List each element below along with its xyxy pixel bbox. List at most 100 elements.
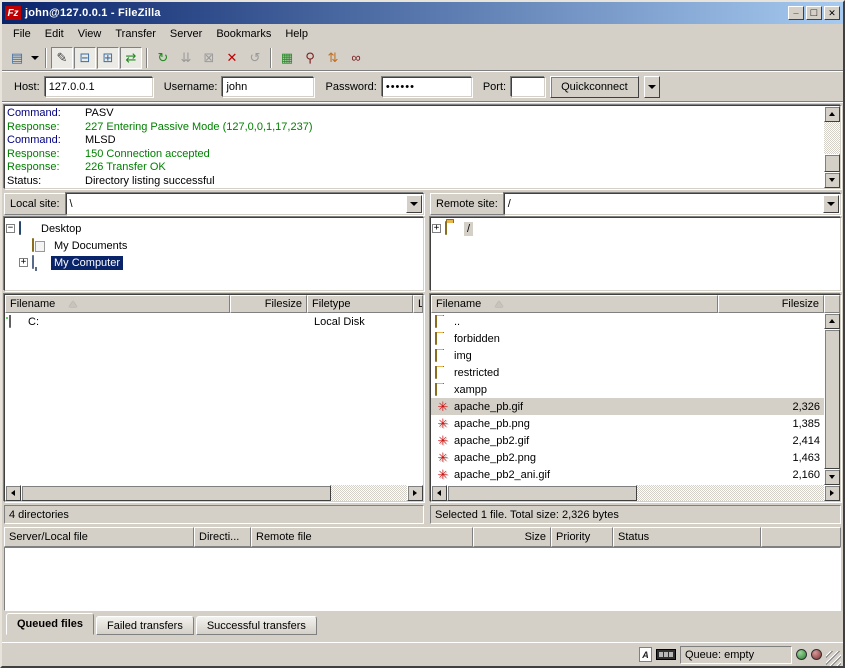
column-priority[interactable]: Priority: [551, 527, 613, 547]
scrollbar-thumb[interactable]: [824, 154, 840, 172]
username-label: Username:: [164, 81, 218, 93]
username-input[interactable]: [222, 77, 314, 97]
local-hscrollbar[interactable]: [5, 485, 423, 501]
file-row[interactable]: ✳apache_pb2_ani.gif2,160: [431, 466, 824, 483]
tree-item-desktop[interactable]: Desktop: [6, 220, 422, 237]
reconnect-icon[interactable]: ↺: [244, 47, 266, 69]
filezilla-window: Fz john@127.0.0.1 - FileZilla File Edit …: [0, 0, 845, 668]
menu-file[interactable]: File: [6, 26, 38, 42]
column-filetype[interactable]: Filetype: [307, 295, 413, 313]
expand-icon[interactable]: [19, 258, 28, 267]
scroll-down-icon[interactable]: [824, 172, 840, 188]
scrollbar-thumb[interactable]: [21, 485, 331, 501]
image-file-icon: ✳: [435, 417, 451, 431]
title-bar: Fz john@127.0.0.1 - FileZilla: [2, 2, 843, 24]
queue-status-box: Queue: empty: [680, 646, 792, 664]
column-direction[interactable]: Directi...: [194, 527, 251, 547]
quickconnect-bar: Host: Username: Password: Port: Quickcon…: [2, 72, 843, 102]
maximize-button[interactable]: [806, 6, 822, 20]
local-status-bar: 4 directories: [4, 505, 424, 524]
tree-item-root[interactable]: /: [432, 220, 839, 237]
column-server-local-file[interactable]: Server/Local file: [4, 527, 194, 547]
quickconnect-dropdown-icon[interactable]: [644, 76, 660, 98]
process-queue-icon[interactable]: ⇊: [175, 47, 197, 69]
tab-successful-transfers[interactable]: Successful transfers: [196, 616, 317, 635]
remote-site-combo[interactable]: /: [504, 193, 841, 215]
local-site-combo[interactable]: \: [66, 193, 424, 215]
synchronized-browsing-icon[interactable]: ⇅: [322, 47, 344, 69]
menu-server[interactable]: Server: [163, 26, 209, 42]
tab-queued-files[interactable]: Queued files: [6, 613, 94, 635]
local-site-dropdown-icon[interactable]: [406, 195, 422, 213]
directory-comparison-icon[interactable]: ⚲: [299, 47, 321, 69]
tree-item-my-computer[interactable]: My Computer: [6, 254, 422, 271]
column-filler: [761, 527, 841, 547]
port-label: Port:: [483, 81, 506, 93]
refresh-icon[interactable]: ↻: [152, 47, 174, 69]
host-input[interactable]: [45, 77, 153, 97]
menu-view[interactable]: View: [71, 26, 109, 42]
toggle-transfer-queue-icon[interactable]: ⇄: [120, 47, 142, 69]
menu-edit[interactable]: Edit: [38, 26, 71, 42]
column-filename[interactable]: Filename: [431, 295, 718, 313]
site-manager-icon[interactable]: ▤: [6, 47, 28, 69]
filter-icon[interactable]: ▦: [276, 47, 298, 69]
remote-vscrollbar[interactable]: [824, 313, 840, 485]
expand-icon[interactable]: [432, 224, 441, 233]
file-row[interactable]: ✳apache_pb2.gif2,414: [431, 432, 824, 449]
password-input[interactable]: [382, 77, 472, 97]
disconnect-icon[interactable]: ✕: [221, 47, 243, 69]
file-row[interactable]: forbidden: [431, 330, 824, 347]
port-input[interactable]: [511, 77, 545, 97]
tab-failed-transfers[interactable]: Failed transfers: [96, 616, 194, 635]
scroll-up-icon[interactable]: [824, 313, 840, 329]
resize-grip[interactable]: [826, 651, 841, 666]
cancel-operation-icon[interactable]: ⊠: [198, 47, 220, 69]
file-row-selected[interactable]: ✳apache_pb.gif2,326: [431, 398, 824, 415]
file-row-c-drive[interactable]: C: Local Disk: [5, 313, 423, 330]
toggle-message-log-icon[interactable]: ✎: [51, 47, 73, 69]
scrollbar-thumb[interactable]: [824, 329, 840, 469]
quickconnect-button[interactable]: Quickconnect: [550, 76, 639, 98]
file-row[interactable]: ..: [431, 313, 824, 330]
menu-bookmarks[interactable]: Bookmarks: [209, 26, 278, 42]
column-last-modified[interactable]: L: [413, 295, 423, 313]
remote-hscrollbar[interactable]: [431, 485, 840, 501]
column-status[interactable]: Status: [613, 527, 761, 547]
column-filename[interactable]: Filename: [5, 295, 230, 313]
collapse-icon[interactable]: [6, 224, 15, 233]
scrollbar-thumb[interactable]: [447, 485, 637, 501]
column-size[interactable]: Size: [473, 527, 551, 547]
menu-help[interactable]: Help: [278, 26, 315, 42]
file-row[interactable]: ✳apache_pb.png1,385: [431, 415, 824, 432]
toggle-local-tree-icon[interactable]: ⊟: [74, 47, 96, 69]
scroll-left-icon[interactable]: [431, 485, 447, 501]
column-remote-file[interactable]: Remote file: [251, 527, 473, 547]
close-button[interactable]: [824, 6, 840, 20]
log-scrollbar[interactable]: [824, 106, 840, 188]
file-row[interactable]: img: [431, 347, 824, 364]
scroll-right-icon[interactable]: [824, 485, 840, 501]
minimize-button[interactable]: [788, 6, 804, 20]
scroll-down-icon[interactable]: [824, 469, 840, 485]
file-row[interactable]: ✳apache_pb2.png1,463: [431, 449, 824, 466]
remote-site-dropdown-icon[interactable]: [823, 195, 839, 213]
desktop-icon: [19, 222, 35, 236]
scroll-left-icon[interactable]: [5, 485, 21, 501]
scroll-up-icon[interactable]: [824, 106, 840, 122]
log-line: Status:Directory listing successful: [7, 175, 822, 189]
tree-item-my-documents[interactable]: My Documents: [6, 237, 422, 254]
find-files-icon[interactable]: ∞: [345, 47, 367, 69]
log-line: Response:226 Transfer OK: [7, 161, 822, 175]
local-site-row: Local site: \: [4, 193, 424, 215]
column-filesize[interactable]: Filesize: [718, 295, 824, 313]
site-manager-dropdown-icon[interactable]: [29, 47, 41, 69]
menu-transfer[interactable]: Transfer: [108, 26, 163, 42]
file-row[interactable]: xampp: [431, 381, 824, 398]
image-file-icon: ✳: [435, 468, 451, 482]
column-filesize[interactable]: Filesize: [230, 295, 307, 313]
toggle-remote-tree-icon[interactable]: ⊞: [97, 47, 119, 69]
scroll-right-icon[interactable]: [407, 485, 423, 501]
file-row[interactable]: restricted: [431, 364, 824, 381]
my-computer-icon: [32, 256, 48, 270]
